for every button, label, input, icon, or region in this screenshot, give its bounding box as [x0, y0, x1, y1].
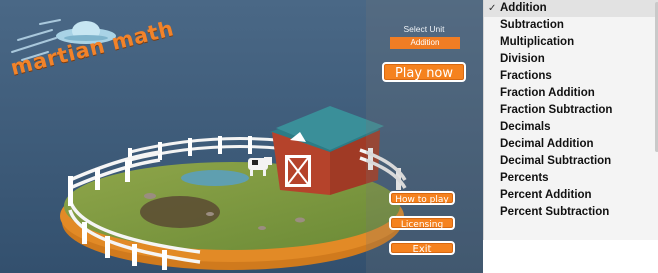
dropdown-option-percent-subtraction[interactable]: Percent Subtraction: [484, 204, 658, 221]
play-now-button[interactable]: Play now: [382, 62, 466, 82]
dropdown-option-multiplication[interactable]: Multiplication: [484, 34, 658, 51]
dropdown-option-division[interactable]: Division: [484, 51, 658, 68]
licensing-button[interactable]: Licensing: [389, 216, 455, 230]
exit-button[interactable]: Exit: [389, 241, 455, 255]
dropdown-option-fractions[interactable]: Fractions: [484, 68, 658, 85]
select-unit-label: Select Unit: [403, 24, 445, 34]
checkmark-icon: ✓: [488, 3, 497, 14]
dropdown-option-fraction-subtraction[interactable]: Fraction Subtraction: [484, 102, 658, 119]
dropdown-option-percent-addition[interactable]: Percent Addition: [484, 187, 658, 204]
unit-dropdown-list[interactable]: ✓ Addition Subtraction Multiplication Div…: [483, 0, 658, 240]
dropdown-option-addition[interactable]: ✓ Addition: [484, 0, 658, 17]
dropdown-option-subtraction[interactable]: Subtraction: [484, 17, 658, 34]
unit-select[interactable]: Addition: [390, 37, 460, 49]
dropdown-option-fraction-addition[interactable]: Fraction Addition: [484, 85, 658, 102]
dropdown-option-decimal-addition[interactable]: Decimal Addition: [484, 136, 658, 153]
game-canvas[interactable]: martian math Select Unit Addition Play n…: [0, 0, 483, 273]
dropdown-option-decimal-subtraction[interactable]: Decimal Subtraction: [484, 153, 658, 170]
page-background: [483, 240, 658, 273]
how-to-play-button[interactable]: How to play: [389, 191, 455, 205]
dropdown-option-decimals[interactable]: Decimals: [484, 119, 658, 136]
dropdown-option-percents[interactable]: Percents: [484, 170, 658, 187]
